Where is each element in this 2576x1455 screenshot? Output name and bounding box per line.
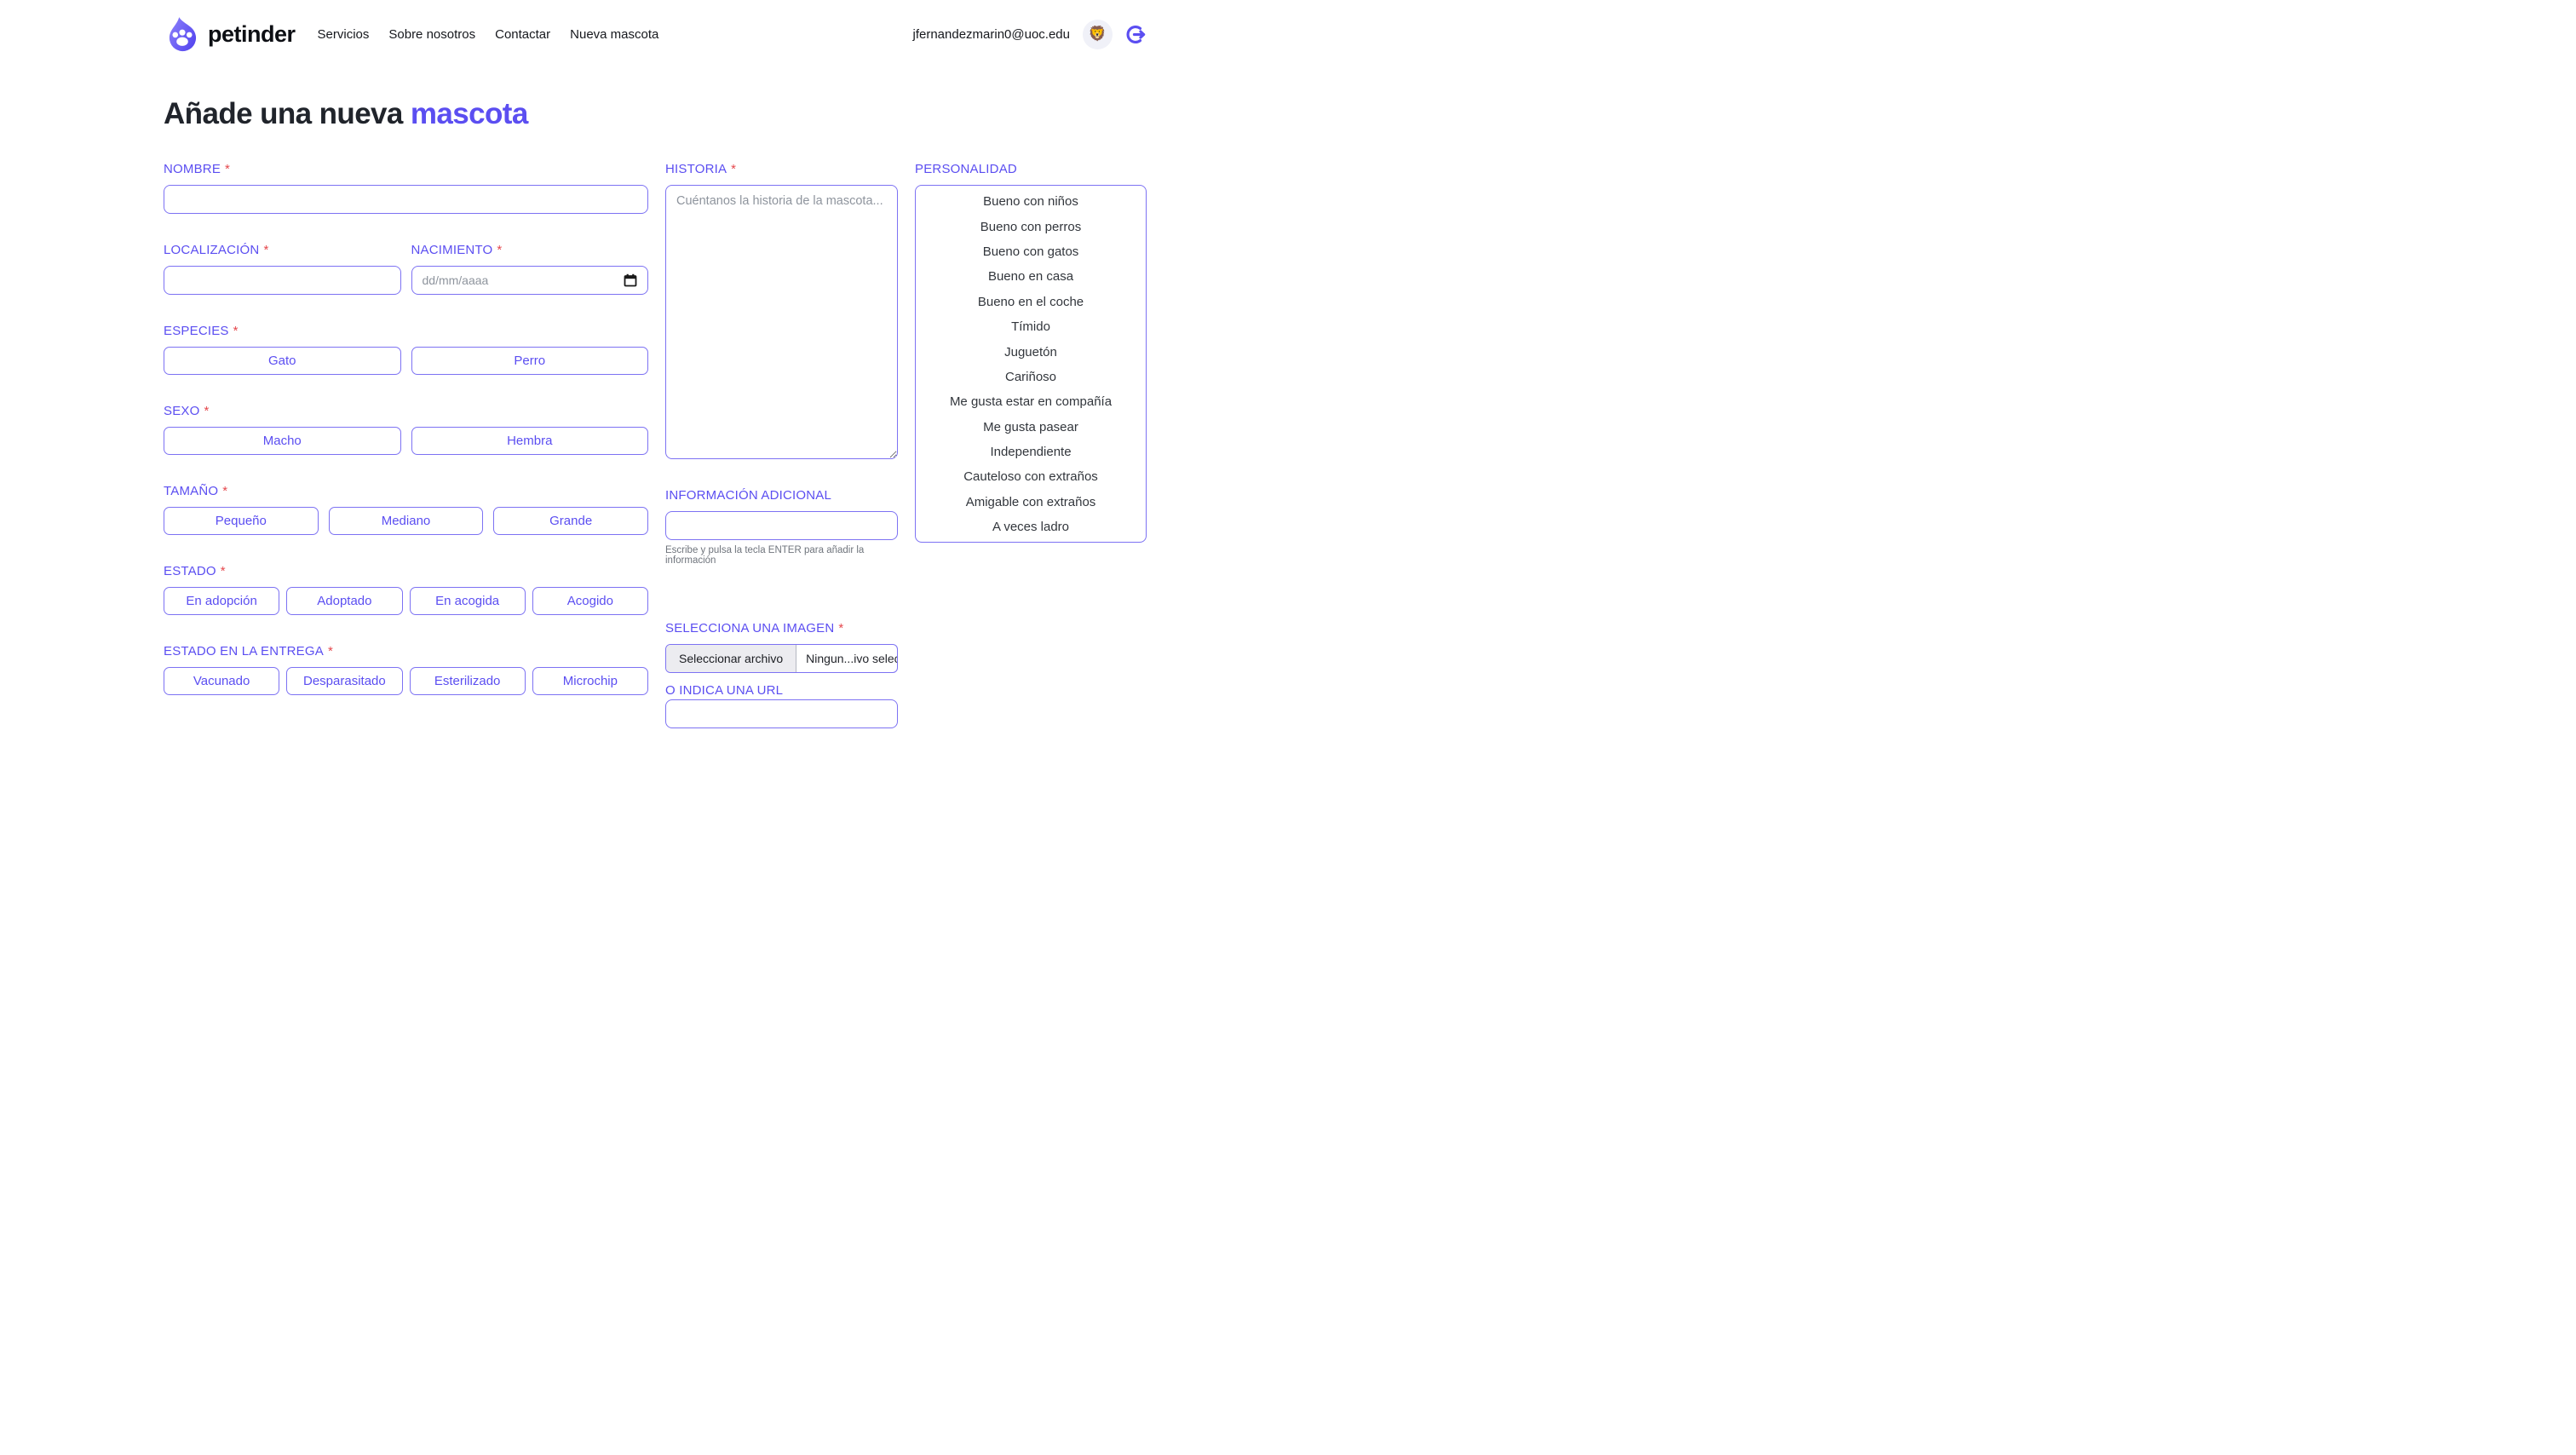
tamano-options: Pequeño Mediano Grande [164, 507, 648, 535]
personalidad-option[interactable]: Amigable con extraños [916, 490, 1146, 515]
personalidad-option[interactable]: Cauteloso con extraños [916, 464, 1146, 489]
personalidad-option[interactable]: Me gusta estar en compañía [916, 389, 1146, 414]
form-column-middle: HISTORIA* INFORMACIÓN ADICIONAL Escribe … [665, 162, 898, 728]
brand-logo[interactable]: petinder [164, 15, 296, 53]
estado-option[interactable]: En adopción [164, 587, 279, 615]
entrega-option[interactable]: Microchip [532, 667, 648, 695]
main-nav: Servicios Sobre nosotros Contactar Nueva ma… [318, 27, 659, 42]
field-imagen: SELECCIONA UNA IMAGEN* Seleccionar archi… [665, 621, 898, 673]
especies-option[interactable]: Perro [411, 347, 649, 375]
personalidad-option[interactable]: Bueno en casa [916, 264, 1146, 289]
localizacion-input[interactable] [164, 266, 401, 295]
historia-label: HISTORIA* [665, 162, 898, 176]
historia-textarea[interactable] [665, 185, 898, 459]
imagen-file-input[interactable]: Seleccionar archivo Ningun...ivo selec. [665, 644, 898, 673]
petinder-flame-paw-icon [164, 15, 201, 53]
form-column-left: NOMBRE* LOCALIZACIÓN* NACIMIENTO* dd/m [164, 162, 648, 724]
tamano-option[interactable]: Pequeño [164, 507, 319, 535]
nacimiento-date-input[interactable]: dd/mm/aaaa [411, 266, 649, 295]
field-sexo: SEXO* Macho Hembra [164, 404, 648, 455]
field-especies: ESPECIES* Gato Perro [164, 324, 648, 375]
estado-label: ESTADO* [164, 564, 648, 578]
calendar-icon[interactable] [624, 273, 637, 287]
form-column-right: PERSONALIDAD Bueno con niñosBueno con pe… [915, 162, 1147, 572]
nav-link[interactable]: Sobre nosotros [388, 27, 475, 42]
url-label: O INDICA UNA URL [665, 683, 898, 698]
field-historia: HISTORIA* [665, 162, 898, 459]
info-adicional-hint: Escribe y pulsa la tecla ENTER para añad… [665, 545, 898, 566]
avatar[interactable]: 🦁 [1083, 20, 1113, 49]
sexo-option[interactable]: Hembra [411, 427, 649, 455]
especies-options: Gato Perro [164, 347, 648, 375]
field-localizacion: LOCALIZACIÓN* [164, 243, 401, 295]
imagen-label: SELECCIONA UNA IMAGEN* [665, 621, 898, 635]
logout-icon[interactable] [1125, 24, 1147, 45]
field-info-adicional: INFORMACIÓN ADICIONAL Escribe y pulsa la… [665, 488, 898, 566]
especies-label: ESPECIES* [164, 324, 648, 338]
personalidad-label: PERSONALIDAD [915, 162, 1147, 176]
nombre-label: NOMBRE* [164, 162, 648, 176]
nav-link[interactable]: Nueva mascota [570, 27, 658, 42]
info-adicional-label: INFORMACIÓN ADICIONAL [665, 488, 898, 503]
new-pet-form: NOMBRE* LOCALIZACIÓN* NACIMIENTO* dd/m [164, 162, 1147, 728]
field-localizacion-nacimiento: LOCALIZACIÓN* NACIMIENTO* dd/mm/aaaa [164, 243, 648, 295]
header: petinder Servicios Sobre nosotros Contacta… [0, 0, 1288, 68]
personalidad-option[interactable]: Bueno en el coche [916, 290, 1146, 314]
field-personalidad: PERSONALIDAD Bueno con niñosBueno con pe… [915, 162, 1147, 543]
estado-option[interactable]: Adoptado [286, 587, 402, 615]
personalidad-option[interactable]: Tímido [916, 314, 1146, 339]
entrega-option[interactable]: Vacunado [164, 667, 279, 695]
file-status-text: Ningun...ivo selec. [796, 645, 898, 672]
estado-option[interactable]: Acogido [532, 587, 648, 615]
field-tamano: TAMAÑO* Pequeño Mediano Grande [164, 484, 648, 535]
nacimiento-label: NACIMIENTO* [411, 243, 649, 257]
field-estado: ESTADO* En adopciónAdoptado En acogidaAco… [164, 564, 648, 615]
field-url: O INDICA UNA URL [665, 683, 898, 728]
brand-name: petinder [208, 21, 296, 48]
field-nacimiento: NACIMIENTO* dd/mm/aaaa [411, 243, 649, 295]
page-title: Añade una nuevamascota [164, 97, 1147, 131]
user-email: jfernandezmarin0@uoc.edu [912, 27, 1070, 42]
field-nombre: NOMBRE* [164, 162, 648, 214]
personalidad-option[interactable]: Independiente [916, 440, 1146, 464]
entrega-option[interactable]: Desparasitado [286, 667, 402, 695]
estado-options: En adopciónAdoptado En acogidaAcogido [164, 587, 648, 615]
especies-option[interactable]: Gato [164, 347, 401, 375]
personalidad-option[interactable]: Bueno con niños [916, 189, 1146, 214]
estado-option[interactable]: En acogida [410, 587, 526, 615]
field-entrega: ESTADO EN LA ENTREGA* VacunadoDesparasit… [164, 644, 648, 695]
personalidad-option[interactable]: A veces ladro [916, 515, 1146, 539]
entrega-option[interactable]: Esterilizado [410, 667, 526, 695]
personalidad-option[interactable]: Bueno con gatos [916, 239, 1146, 264]
avatar-emoji: 🦁 [1089, 26, 1107, 43]
sexo-option[interactable]: Macho [164, 427, 401, 455]
tamano-label: TAMAÑO* [164, 484, 648, 498]
personalidad-option[interactable]: Cariñoso [916, 365, 1146, 389]
file-select-button[interactable]: Seleccionar archivo [666, 645, 796, 672]
entrega-label: ESTADO EN LA ENTREGA* [164, 644, 648, 658]
url-input[interactable] [665, 699, 898, 728]
personalidad-listbox[interactable]: Bueno con niñosBueno con perrosBueno con… [915, 185, 1147, 543]
date-placeholder: dd/mm/aaaa [423, 273, 489, 287]
personalidad-option[interactable]: Bueno con perros [916, 214, 1146, 239]
personalidad-option[interactable]: Juguetón [916, 339, 1146, 364]
tamano-option[interactable]: Mediano [329, 507, 484, 535]
nav-link[interactable]: Servicios [318, 27, 370, 42]
localizacion-label: LOCALIZACIÓN* [164, 243, 401, 257]
personalidad-option[interactable]: Me gusta pasear [916, 415, 1146, 440]
sexo-options: Macho Hembra [164, 427, 648, 455]
entrega-options: VacunadoDesparasitado EsterilizadoMicroch… [164, 667, 648, 695]
nombre-input[interactable] [164, 185, 648, 214]
tamano-option[interactable]: Grande [493, 507, 648, 535]
info-adicional-input[interactable] [665, 511, 898, 540]
page-title-highlight: mascota [411, 97, 528, 130]
sexo-label: SEXO* [164, 404, 648, 418]
nav-link[interactable]: Contactar [495, 27, 550, 42]
